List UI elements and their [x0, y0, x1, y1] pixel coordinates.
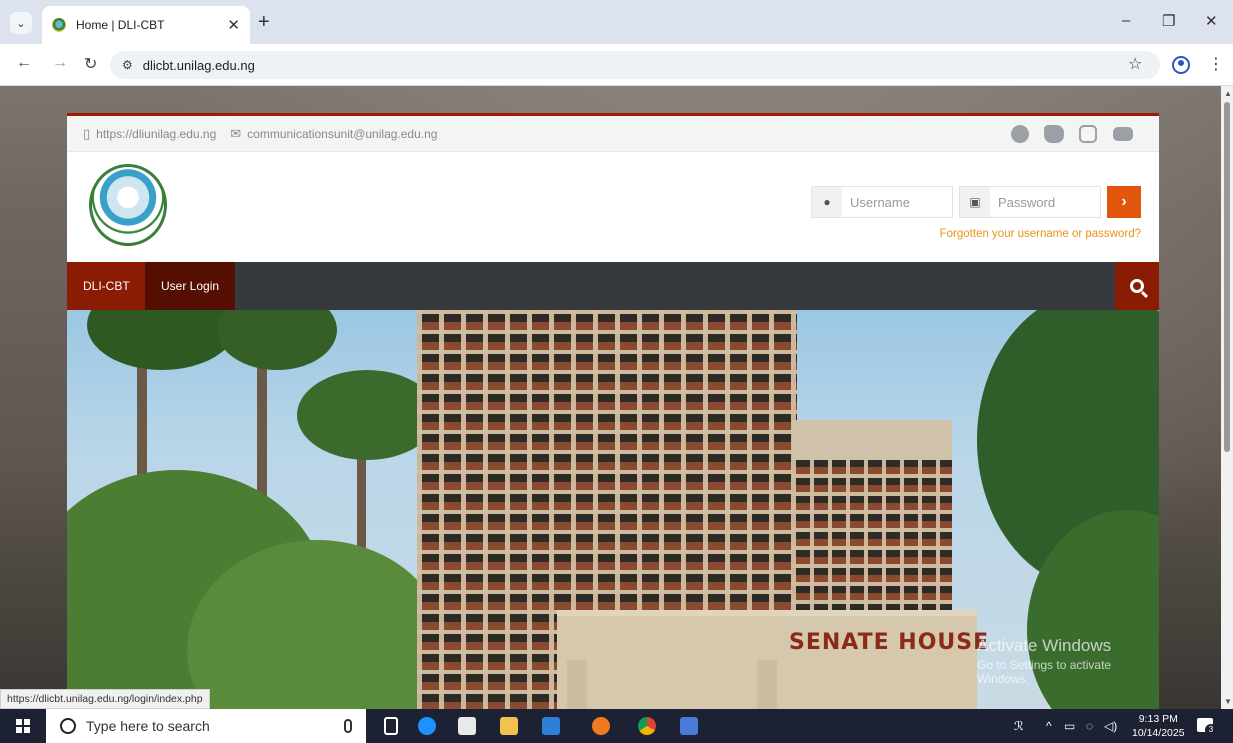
scroll-down-arrow-icon[interactable]: ▼	[1224, 697, 1232, 706]
address-url: dlicbt.unilag.edu.ng	[142, 57, 255, 73]
email-link[interactable]: ✉ communicationsunit@unilag.edu.ng	[230, 126, 437, 142]
palm-fronds	[297, 370, 437, 460]
browser-tab[interactable]: Home | DLI-CBT ✕	[42, 6, 250, 44]
mail-icon[interactable]	[542, 717, 560, 735]
search-button[interactable]	[1115, 262, 1159, 310]
email-text: communicationsunit@unilag.edu.ng	[247, 126, 438, 141]
search-icon	[1130, 279, 1144, 293]
user-icon: ●	[812, 187, 842, 217]
instagram-icon[interactable]	[1079, 125, 1097, 143]
palm-fronds	[87, 310, 237, 370]
header-brand-area: ● ▣ › Forgotten your username or passwor…	[67, 152, 1159, 262]
cortana-icon	[60, 718, 76, 734]
edge-icon[interactable]	[418, 717, 436, 735]
page-scrollbar[interactable]: ▲ ▼	[1221, 86, 1233, 709]
profile-icon[interactable]	[1172, 56, 1190, 74]
watermark-title: Activate Windows	[977, 636, 1112, 655]
palm-fronds	[217, 310, 337, 370]
activate-windows-watermark: Activate Windows Go to Settings to activ…	[977, 636, 1159, 686]
clock-date: 10/14/2025	[1132, 727, 1185, 739]
site-container: ▯ https://dliunilag.edu.ng ✉ communicati…	[67, 113, 1159, 709]
windows-start-icon[interactable]	[16, 719, 30, 733]
windows-taskbar: Type here to search ℛ ^ ▭ ◌ ◁) 9:13 PM 1…	[0, 709, 1233, 743]
address-bar[interactable]: ⚙ dlicbt.unilag.edu.ng	[110, 51, 1160, 79]
password-field-wrapper: ▣	[959, 186, 1101, 218]
senate-house-sign: SENATE HOUSE	[789, 630, 990, 655]
tab-search-chevron-icon[interactable]: ⌄	[10, 12, 32, 34]
website-link[interactable]: ▯ https://dliunilag.edu.ng	[83, 126, 216, 142]
notification-center-icon[interactable]: 3	[1197, 718, 1217, 736]
username-input[interactable]	[842, 194, 952, 210]
new-tab-plus-icon[interactable]: +	[258, 11, 270, 34]
forward-arrow-icon[interactable]: →	[52, 54, 68, 72]
microphone-icon[interactable]	[344, 719, 352, 733]
top-info-bar: ▯ https://dliunilag.edu.ng ✉ communicati…	[67, 116, 1159, 152]
clock-time: 9:13 PM	[1138, 713, 1178, 725]
store-icon[interactable]	[458, 717, 476, 735]
password-input[interactable]	[990, 194, 1100, 210]
restore-icon[interactable]: ❐	[1162, 12, 1175, 30]
close-window-icon[interactable]: ✕	[1205, 12, 1218, 30]
taskbar-search[interactable]: Type here to search	[46, 709, 366, 743]
scrollbar-thumb[interactable]	[1224, 102, 1230, 452]
annex-roof	[792, 420, 952, 460]
task-view-icon[interactable]	[384, 717, 398, 735]
youtube-icon[interactable]	[1113, 127, 1133, 141]
watermark-subtitle: Go to Settings to activate Windows.	[977, 658, 1112, 686]
file-explorer-icon[interactable]	[500, 717, 518, 735]
username-field-wrapper: ●	[811, 186, 953, 218]
system-clock[interactable]: 9:13 PM 10/14/2025	[1132, 712, 1185, 740]
university-logo[interactable]	[89, 164, 167, 246]
browser-toolbar: ← → ↻ ⚙ dlicbt.unilag.edu.ng ☆ ⋮	[0, 44, 1233, 86]
lock-icon: ▣	[960, 187, 990, 217]
social-links	[1011, 125, 1133, 143]
people-icon[interactable]: ℛ	[1014, 719, 1024, 733]
bookmark-icon: ▯	[83, 125, 91, 141]
hero-image: SENATE HOUSE Activate Windows Go to Sett…	[67, 310, 1159, 709]
chrome-icon[interactable]	[638, 717, 656, 735]
facebook-icon[interactable]	[1011, 125, 1029, 143]
pillar	[567, 660, 587, 709]
taskbar-search-placeholder: Type here to search	[86, 718, 210, 734]
pillar	[757, 660, 777, 709]
back-arrow-icon[interactable]: ←	[16, 54, 32, 72]
envelope-icon: ✉	[230, 125, 242, 141]
minimize-icon[interactable]: –	[1122, 12, 1130, 29]
unilag-favicon-icon	[52, 18, 66, 32]
website-text: https://dliunilag.edu.ng	[96, 126, 217, 141]
firefox-icon[interactable]	[592, 717, 610, 735]
forgot-credentials-link[interactable]: Forgotten your username or password?	[940, 228, 1141, 240]
scroll-up-arrow-icon[interactable]: ▲	[1224, 89, 1232, 98]
login-submit-button[interactable]: ›	[1107, 186, 1141, 218]
show-hidden-icons-chevron-icon[interactable]: ^	[1046, 719, 1052, 733]
notepad-icon[interactable]	[680, 717, 698, 735]
twitter-icon[interactable]	[1044, 125, 1064, 143]
menu-kebab-icon[interactable]: ⋮	[1208, 54, 1224, 74]
close-tab-icon[interactable]: ✕	[227, 16, 240, 34]
nav-item-user-login[interactable]: User Login	[145, 262, 236, 310]
site-info-icon[interactable]: ⚙	[122, 58, 133, 72]
nav-item-dli-cbt[interactable]: DLI-CBT	[67, 262, 146, 310]
tab-title: Home | DLI-CBT	[76, 18, 165, 32]
main-nav: DLI-CBT User Login	[67, 262, 1159, 310]
page-viewport: ▯ https://dliunilag.edu.ng ✉ communicati…	[0, 86, 1233, 709]
link-status-bubble: https://dlicbt.unilag.edu.ng/login/index…	[0, 689, 210, 709]
network-icon[interactable]: ▭	[1064, 719, 1075, 733]
reload-icon[interactable]: ↻	[84, 54, 97, 74]
browser-tab-bar: ⌄ Home | DLI-CBT ✕ + – ❐ ✕	[0, 0, 1233, 44]
login-form: ● ▣ ›	[811, 186, 1141, 218]
volume-icon[interactable]: ◁)	[1104, 719, 1117, 733]
notification-count-badge: 3	[1205, 724, 1217, 736]
bookmark-star-icon[interactable]: ☆	[1128, 54, 1142, 74]
battery-icon[interactable]: ◌	[1086, 719, 1093, 733]
